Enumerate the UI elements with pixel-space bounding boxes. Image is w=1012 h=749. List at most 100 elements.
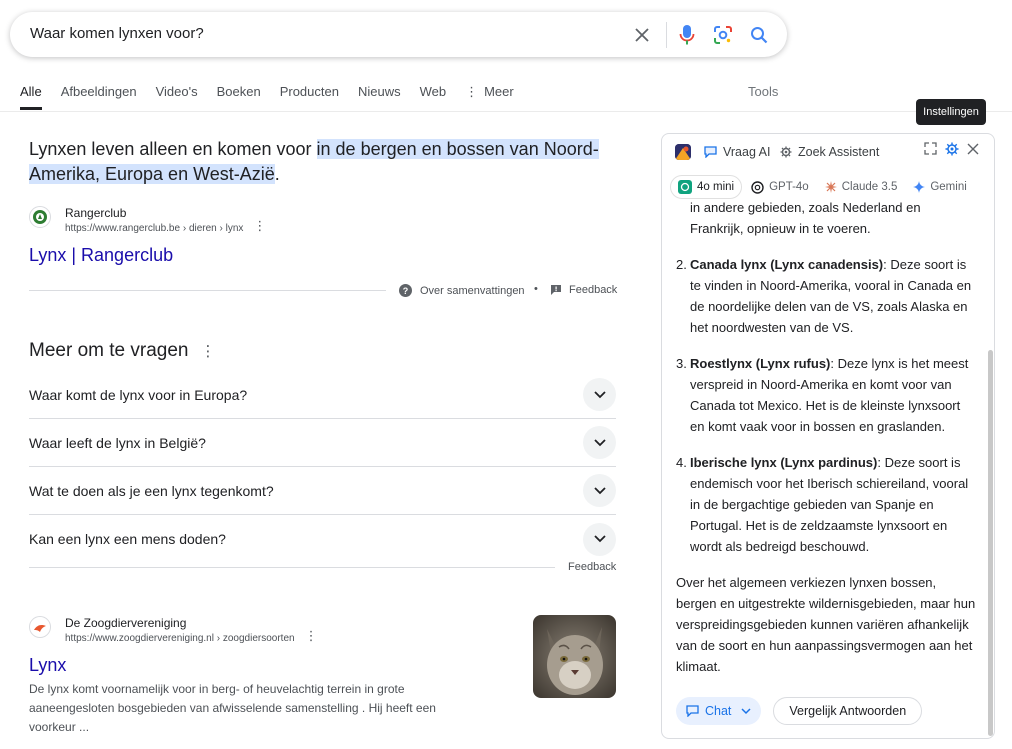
- divider: [29, 567, 555, 568]
- search-input[interactable]: Waar komen lynxen voor?: [30, 25, 204, 42]
- source-zoogdiervereniging[interactable]: De Zoogdiervereniging https://www.zoogdi…: [29, 616, 318, 644]
- paa-question[interactable]: Kan een lynx een mens doden?: [29, 515, 616, 563]
- tab-zoek-assistent-label: Zoek Assistent: [798, 145, 880, 159]
- ai-list-bold: Canada lynx (Lynx canadensis): [690, 257, 884, 272]
- ai-list-item: 2. Canada lynx (Lynx canadensis): Deze s…: [676, 254, 976, 338]
- ai-response: in andere gebieden, zoals Nederland en F…: [676, 197, 976, 677]
- rangerclub-favicon-icon: [29, 206, 51, 228]
- answer-prefix: Lynxen leven alleen en komen voor: [29, 139, 317, 159]
- model-label: Gemini: [930, 181, 967, 193]
- tab-afbeeldingen[interactable]: Afbeeldingen: [61, 82, 137, 112]
- more-options-icon[interactable]: ⋮: [305, 628, 318, 644]
- lens-camera-icon[interactable]: [711, 23, 735, 47]
- search-icon[interactable]: [747, 23, 771, 47]
- chat-button-label: Chat: [705, 704, 732, 718]
- model-gpt-4o[interactable]: GPT-4o: [744, 175, 816, 199]
- settings-gear-icon[interactable]: [945, 142, 959, 161]
- compare-answers-button[interactable]: Vergelijk Antwoorden: [773, 697, 923, 725]
- model-gemini[interactable]: Gemini: [906, 175, 973, 199]
- ai-list-bold: Iberische lynx (Lynx pardinus): [690, 455, 878, 470]
- search-tabs: Alle Afbeeldingen Video's Boeken Product…: [20, 82, 533, 112]
- ai-footer: Chat Vergelijk Antwoorden: [676, 697, 923, 725]
- ai-list-number: 4.: [676, 455, 687, 470]
- clear-icon[interactable]: [630, 23, 654, 47]
- ai-list-number: 3.: [676, 356, 687, 371]
- paa-question[interactable]: Waar leeft de lynx in België?: [29, 419, 616, 467]
- feedback-label: Feedback: [569, 284, 618, 296]
- paa-question-text: Wat te doen als je een lynx tegenkomt?: [29, 482, 274, 499]
- featured-answer: Lynxen leven alleen en komen voor in de …: [29, 137, 619, 187]
- ai-list-item: 3. Roestlynx (Lynx rufus): Deze lynx is …: [676, 353, 976, 437]
- gemini-icon: [913, 181, 926, 193]
- paa-question[interactable]: Wat te doen als je een lynx tegenkomt?: [29, 467, 616, 515]
- chevron-down-icon[interactable]: [583, 474, 616, 507]
- feedback-link[interactable]: Feedback: [550, 284, 617, 296]
- paa-title-text: Meer om te vragen: [29, 340, 189, 361]
- source-url: https://www.zoogdiervereniging.nl › zoog…: [65, 633, 295, 644]
- ai-list-item: 4. Iberische lynx (Lynx pardinus): Deze …: [676, 452, 976, 557]
- more-options-icon[interactable]: ⋮: [253, 218, 266, 234]
- paa-question-text: Waar leeft de lynx in België?: [29, 434, 206, 451]
- about-summaries[interactable]: ? Over samenvattingen: [399, 284, 525, 297]
- paa-question-text: Kan een lynx een mens doden?: [29, 531, 226, 547]
- tab-producten[interactable]: Producten: [280, 82, 339, 112]
- tab-web[interactable]: Web: [420, 82, 447, 112]
- tab-zoek-assistent[interactable]: Zoek Assistent: [780, 145, 879, 159]
- dot-separator: •: [534, 283, 538, 295]
- claude-icon: [824, 181, 837, 193]
- tab-boeken[interactable]: Boeken: [217, 82, 261, 112]
- tab-meer[interactable]: ⋮ Meer: [465, 82, 514, 112]
- gear-icon: [780, 146, 792, 158]
- result-link-zoogdiervereniging[interactable]: Lynx: [29, 655, 66, 676]
- chevron-down-icon[interactable]: [583, 522, 616, 556]
- paa-title: Meer om te vragen ⋮: [29, 340, 215, 362]
- result-link-rangerclub[interactable]: Lynx | Rangerclub: [29, 245, 173, 266]
- feedback-link[interactable]: Feedback: [568, 561, 616, 573]
- model-label: 4o mini: [697, 181, 735, 193]
- help-icon: ?: [399, 284, 412, 297]
- more-vert-icon: ⋮: [465, 84, 479, 99]
- close-icon[interactable]: [967, 142, 979, 160]
- divider: [29, 290, 386, 291]
- divider: [666, 22, 667, 48]
- microphone-icon[interactable]: [675, 23, 699, 47]
- ai-panel-header: Vraag AI Zoek Assistent: [662, 134, 994, 172]
- model-selector: 4o mini GPT-4o Claude 3.5 Gemini: [670, 175, 976, 199]
- tab-alle[interactable]: Alle: [20, 82, 42, 110]
- model-label: Claude 3.5: [841, 181, 898, 193]
- source-rangerclub[interactable]: Rangerclub https://www.rangerclub.be › d…: [29, 206, 266, 234]
- chevron-down-icon[interactable]: [583, 426, 616, 459]
- ai-side-panel: Vraag AI Zoek Assistent 4o mini GPT-4o C…: [661, 133, 995, 739]
- chat-icon: [686, 705, 699, 717]
- search-box[interactable]: Waar komen lynxen voor?: [10, 12, 787, 57]
- tab-videos[interactable]: Video's: [156, 82, 198, 112]
- more-options-icon[interactable]: ⋮: [200, 343, 215, 360]
- tab-nieuws[interactable]: Nieuws: [358, 82, 401, 112]
- result-snippet: De lynx komt voornamelijk voor in berg- …: [29, 682, 436, 734]
- ai-list-number: 2.: [676, 257, 687, 272]
- paa-question[interactable]: Waar komt de lynx voor in Europa?: [29, 371, 616, 419]
- feedback-icon: [551, 285, 561, 295]
- ai-conclusion: Over het algemeen verkiezen lynxen bosse…: [676, 575, 976, 674]
- tabs-divider: [0, 111, 1012, 112]
- ai-list-bold: Roestlynx (Lynx rufus): [690, 356, 831, 371]
- chat-button[interactable]: Chat: [676, 697, 762, 725]
- expand-icon[interactable]: [924, 142, 937, 160]
- chevron-down-icon: [741, 707, 751, 714]
- svg-text:?: ?: [403, 286, 409, 296]
- lynx-thumbnail[interactable]: [533, 615, 616, 698]
- tab-vraag-ai[interactable]: Vraag AI: [704, 145, 771, 159]
- ai-list-text: Iberische lynx (Lynx pardinus): Deze soo…: [690, 452, 976, 557]
- settings-tooltip: Instellingen: [916, 99, 986, 125]
- ai-panel-scrollbar[interactable]: [988, 350, 993, 736]
- model-claude[interactable]: Claude 3.5: [818, 175, 905, 199]
- tab-vraag-ai-label: Vraag AI: [723, 145, 771, 159]
- about-summaries-label: Over samenvattingen: [420, 284, 525, 297]
- chevron-down-icon[interactable]: [583, 378, 616, 411]
- tools-button[interactable]: Tools: [748, 84, 778, 99]
- model-label: GPT-4o: [769, 181, 809, 193]
- ai-list-text: Roestlynx (Lynx rufus): Deze lynx is het…: [690, 353, 976, 437]
- model-4o-mini[interactable]: 4o mini: [670, 175, 743, 199]
- source-name: De Zoogdiervereniging: [65, 616, 187, 630]
- tab-meer-label: Meer: [484, 84, 514, 99]
